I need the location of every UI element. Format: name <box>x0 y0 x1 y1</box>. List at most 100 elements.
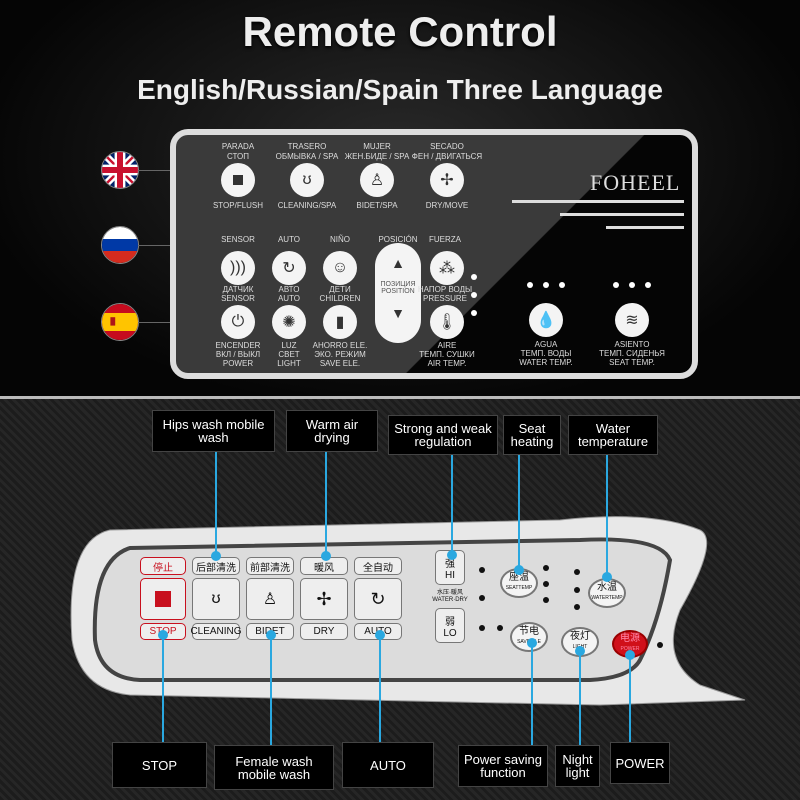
stop-button[interactable] <box>221 163 255 197</box>
indicator-dot <box>574 604 580 610</box>
leader-dot <box>527 638 537 648</box>
leader-dot <box>158 630 168 640</box>
leader-line <box>270 635 272 745</box>
level-indicator <box>471 310 477 316</box>
power-button[interactable]: ⏻ <box>221 305 255 339</box>
callout-power-saving: Power saving function <box>458 745 548 787</box>
key-en-label: DRY <box>300 623 348 640</box>
label: CHILDREN <box>319 294 361 303</box>
leader-dot <box>266 630 276 640</box>
water-temp-button[interactable]: 💧 <box>529 303 563 337</box>
label: LO <box>443 627 457 639</box>
indicator-dot <box>479 625 485 631</box>
indicator-dot <box>574 569 580 575</box>
thermometer-icon: 🌡 <box>436 314 458 331</box>
seat-temp-button[interactable]: ≋ <box>615 303 649 337</box>
label: SECADO <box>430 142 464 151</box>
leader-dot <box>447 550 457 560</box>
label: WATER·DRY <box>432 597 468 603</box>
callout-auto: AUTO <box>342 742 434 788</box>
uk-flag-icon <box>101 151 139 189</box>
decor-line <box>512 200 684 203</box>
auto-cycle-icon: ↻ <box>282 260 296 277</box>
label: WATERTEMP <box>591 595 623 601</box>
leader-line <box>531 643 533 745</box>
auto-key[interactable]: ↻ <box>354 578 402 620</box>
level-indicator <box>559 282 565 288</box>
label: ФЕН / ДВИГАТЬСЯ <box>411 152 483 161</box>
battery-icon: ▮ <box>335 314 345 331</box>
stop-icon <box>233 175 243 185</box>
air-temp-button[interactable]: 🌡 <box>430 305 464 339</box>
label: 弱 <box>445 616 455 628</box>
power-icon: ⏻ <box>231 313 245 330</box>
auto-cycle-icon: ↻ <box>370 588 386 609</box>
indicator-dot <box>543 581 549 587</box>
water-temp-icon: 💧 <box>536 312 556 329</box>
light-bulb-icon: ✺ <box>282 314 296 331</box>
spain-flag-icon <box>101 303 139 341</box>
leader-line <box>215 452 217 557</box>
position-down-button[interactable]: ▼ <box>375 305 421 321</box>
indicator-dot <box>479 595 485 601</box>
children-button[interactable]: ☺ <box>323 251 357 285</box>
stop-cn-label: 停止 <box>140 557 186 575</box>
russia-flag-icon <box>101 226 139 264</box>
dry-key[interactable]: ✢ <box>300 578 348 620</box>
label: SAVE ELE. <box>319 359 361 368</box>
leader-line <box>451 455 453 555</box>
fan-icon: ✢ <box>316 588 332 609</box>
light-button[interactable]: ✺ <box>272 305 306 339</box>
leader-dot <box>575 646 585 656</box>
label: FUERZA <box>429 235 461 244</box>
dry-button[interactable]: ✢ <box>430 163 464 197</box>
leader-dot <box>321 551 331 561</box>
leader-line <box>325 452 327 557</box>
leader-dot <box>514 565 524 575</box>
callout-power: POWER <box>610 742 670 784</box>
pressure-button[interactable]: ⁂ <box>430 251 464 285</box>
label: WATER TEMP. <box>519 358 573 367</box>
callout-stop: STOP <box>112 742 207 788</box>
stop-key[interactable] <box>140 578 186 620</box>
leader-dot <box>211 551 221 561</box>
save-energy-button[interactable]: ▮ <box>323 305 357 339</box>
key-cn-label: 全自动 <box>354 557 402 575</box>
decor-line <box>560 213 684 216</box>
bidet-button[interactable]: ♙ <box>360 163 394 197</box>
level-indicator <box>543 282 549 288</box>
indicator-dot <box>479 567 485 573</box>
pressure-label: 水压·暖风 WATER·DRY <box>428 590 472 604</box>
label: 夜灯 <box>570 631 590 642</box>
bidet-key[interactable]: ♙ <box>246 578 294 620</box>
sensor-button[interactable]: ))) <box>221 251 255 285</box>
auto-button[interactable]: ↻ <box>272 251 306 285</box>
pressure-lo-key[interactable]: 弱 LO <box>435 608 465 643</box>
label: 电源 <box>620 633 640 644</box>
leader-line <box>579 651 581 745</box>
label: 节电 <box>519 626 539 637</box>
label: 水温 <box>597 582 617 593</box>
key-cn-label: 前部清洗 <box>246 557 294 575</box>
indicator-dot <box>497 625 503 631</box>
level-indicator <box>527 282 533 288</box>
leader-line <box>518 455 520 570</box>
callout-hips-wash: Hips wash mobile wash <box>152 410 275 452</box>
fan-icon: ✢ <box>440 172 454 189</box>
label: SEATTEMP <box>505 585 533 591</box>
hip-wash-icon: ʊ <box>211 590 221 607</box>
water-temp-key[interactable]: 水温 WATERTEMP <box>588 578 626 608</box>
child-face-icon: ☺ <box>331 259 349 276</box>
level-indicator <box>645 282 651 288</box>
cleaning-key[interactable]: ʊ <box>192 578 240 620</box>
callout-night-light: Night light <box>555 745 600 787</box>
page-subtitle: English/Russian/Spain Three Language <box>137 74 663 105</box>
indicator-dot <box>543 565 549 571</box>
decor-line <box>606 226 684 229</box>
position-up-button[interactable]: ▲ <box>375 255 421 271</box>
sensor-icon: ))) <box>230 259 246 276</box>
callout-female-wash: Female wash mobile wash <box>214 745 334 790</box>
cleaning-button[interactable]: ʊ <box>290 163 324 197</box>
leader-dot <box>602 572 612 582</box>
leader-line <box>379 635 381 742</box>
